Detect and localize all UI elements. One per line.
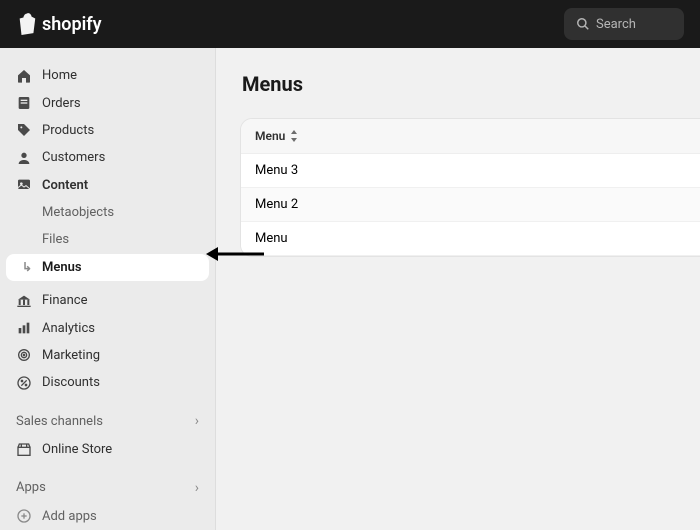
home-icon <box>16 68 32 84</box>
menu-name: Menu 3 <box>255 163 298 178</box>
section-label: Sales channels <box>16 414 103 429</box>
sidebar-item-marketing[interactable]: Marketing <box>0 342 215 369</box>
content-icon <box>16 177 32 193</box>
sidebar-subitem-menus[interactable]: Menus <box>6 254 209 281</box>
sidebar-subitem-label: Menus <box>42 260 82 275</box>
column-header-menu[interactable]: Menu <box>241 119 700 154</box>
sidebar-item-label: Orders <box>42 96 81 111</box>
sidebar-item-orders[interactable]: Orders <box>0 89 215 116</box>
sidebar-item-home[interactable]: Home <box>0 62 215 89</box>
sidebar-subitem-label: Metaobjects <box>42 205 114 220</box>
sidebar-item-online-store[interactable]: Online Store <box>0 436 215 463</box>
search-placeholder: Search <box>596 17 636 32</box>
apps-header[interactable]: Apps › <box>0 473 215 502</box>
person-icon <box>16 150 32 166</box>
brand-name: shopify <box>42 14 102 35</box>
sidebar-subitem-files[interactable]: Files <box>0 226 215 253</box>
target-icon <box>16 347 32 363</box>
analytics-icon <box>16 320 32 336</box>
sidebar-item-label: Discounts <box>42 375 100 390</box>
sidebar-item-label: Customers <box>42 150 105 165</box>
search-input[interactable]: Search <box>564 8 684 40</box>
orders-icon <box>16 95 32 111</box>
sidebar-item-label: Online Store <box>42 442 112 457</box>
plus-circle-icon <box>16 508 32 524</box>
table-row[interactable]: Menu 2 <box>241 188 700 222</box>
tag-icon <box>16 122 32 138</box>
sidebar: Home Orders Products Customers Content <box>0 48 216 530</box>
menu-name: Menu 2 <box>255 197 298 212</box>
sidebar-subitem-label: Files <box>42 232 69 247</box>
page-title: Menus <box>242 72 700 96</box>
discount-icon <box>16 375 32 391</box>
chevron-right-icon: › <box>195 480 199 496</box>
menu-name: Menu <box>255 231 288 246</box>
sidebar-item-label: Add apps <box>42 509 97 524</box>
sidebar-item-content[interactable]: Content <box>0 172 215 199</box>
section-label: Apps <box>16 480 46 495</box>
sidebar-subitem-metaobjects[interactable]: Metaobjects <box>0 199 215 226</box>
sidebar-item-products[interactable]: Products <box>0 117 215 144</box>
store-icon <box>16 442 32 458</box>
column-header-label: Menu <box>255 129 285 143</box>
sidebar-item-label: Products <box>42 123 94 138</box>
table-row[interactable]: Menu 3 <box>241 154 700 188</box>
sidebar-item-label: Content <box>42 178 88 193</box>
search-icon <box>576 17 590 31</box>
sidebar-item-label: Finance <box>42 293 87 308</box>
sidebar-item-customers[interactable]: Customers <box>0 144 215 171</box>
sidebar-item-add-apps[interactable]: Add apps <box>0 503 215 530</box>
topbar: shopify Search <box>0 0 700 48</box>
sidebar-item-label: Marketing <box>42 348 100 363</box>
sidebar-item-discounts[interactable]: Discounts <box>0 369 215 396</box>
table-row[interactable]: Menu <box>241 222 700 256</box>
shopify-logo[interactable]: shopify <box>16 12 102 36</box>
sales-channels-header[interactable]: Sales channels › <box>0 407 215 436</box>
sort-icon <box>289 130 299 142</box>
main-content: Menus Menu Menu 3 Menu 2 Menu <box>216 48 700 530</box>
sidebar-item-label: Analytics <box>42 321 95 336</box>
chevron-right-icon: › <box>195 413 199 429</box>
sidebar-item-analytics[interactable]: Analytics <box>0 314 215 341</box>
sidebar-item-label: Home <box>42 68 77 83</box>
sidebar-item-finance[interactable]: Finance <box>0 287 215 314</box>
finance-icon <box>16 293 32 309</box>
shopify-bag-icon <box>16 12 38 36</box>
menus-table: Menu Menu 3 Menu 2 Menu <box>240 118 700 257</box>
